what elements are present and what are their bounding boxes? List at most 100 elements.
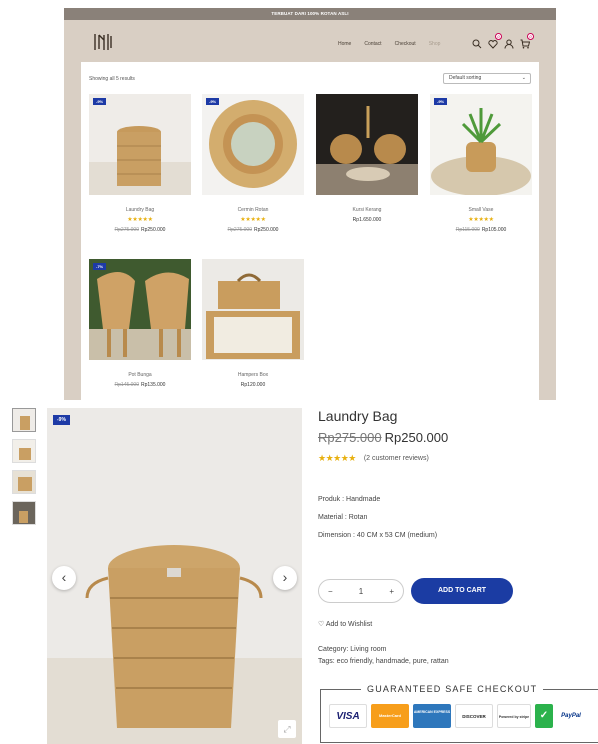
old-price: Rp115.000 bbox=[455, 227, 480, 233]
result-count: Showing all 5 results bbox=[89, 76, 135, 82]
site-header: Home Contact Checkout Shop 0 0 bbox=[64, 20, 556, 62]
product-category: Category: Living room bbox=[318, 646, 387, 653]
discover-icon: DISCOVER bbox=[455, 704, 493, 728]
heart-icon: ♡ bbox=[318, 621, 325, 628]
product-rating: ★★★★★ (2 customer reviews) bbox=[318, 453, 598, 464]
wishlist-count-badge: 0 bbox=[495, 33, 502, 40]
announcement-bar: TERBUAT DARI 100% ROTAN ASLI bbox=[64, 8, 556, 20]
product-image[interactable] bbox=[202, 259, 304, 360]
product-summary: Laundry Bag Rp275.000 Rp250.000 ★★★★★ (2 … bbox=[318, 408, 598, 743]
product-price: Rp275.000 Rp250.000 bbox=[318, 430, 598, 445]
brand-logo[interactable] bbox=[92, 31, 114, 53]
search-icon[interactable] bbox=[472, 36, 482, 49]
prev-image-button[interactable]: ‹ bbox=[52, 566, 76, 590]
zoom-button[interactable]: ⤢ bbox=[278, 720, 296, 738]
star-rating: ★★★★★ bbox=[127, 217, 153, 223]
next-image-button[interactable]: › bbox=[273, 566, 297, 590]
quantity-value[interactable]: 1 bbox=[359, 587, 363, 596]
star-rating: ★★★★★ bbox=[318, 453, 356, 463]
increase-qty-button[interactable]: + bbox=[389, 587, 394, 596]
nav-home[interactable]: Home bbox=[338, 41, 351, 47]
main-nav: Home Contact Checkout Shop bbox=[338, 41, 440, 47]
wishlist-icon[interactable]: 0 bbox=[488, 33, 502, 49]
paypal-icon: PayPal bbox=[557, 704, 585, 728]
sale-badge: -9% bbox=[206, 98, 220, 105]
sale-price: Rp135.000 bbox=[141, 382, 166, 388]
product-image[interactable]: -9% bbox=[89, 94, 191, 195]
thumbnail[interactable] bbox=[12, 408, 36, 432]
sort-select[interactable]: Default sorting ⌄ bbox=[443, 73, 531, 84]
product-price: Rp275.000 Rp250.000 bbox=[89, 227, 191, 233]
product-detail: -9% ‹ › ⤢ Laundry Bag Rp275.000 Rp250.000… bbox=[0, 400, 598, 744]
amex-icon: AMERICAN EXPRESS bbox=[413, 704, 451, 728]
wishlist-label: Add to Wishlist bbox=[325, 621, 373, 628]
nav-shop[interactable]: Shop bbox=[429, 41, 441, 47]
nav-checkout[interactable]: Checkout bbox=[395, 41, 416, 47]
add-to-wishlist-link[interactable]: ♡ Add to Wishlist bbox=[318, 620, 372, 628]
old-price: Rp275.000 bbox=[227, 227, 252, 233]
product-price: Rp115.000 Rp105.000 bbox=[430, 227, 532, 233]
sort-selected-value: Default sorting bbox=[449, 75, 482, 81]
product-image[interactable]: -9% bbox=[202, 94, 304, 195]
header-icons: 0 0 bbox=[472, 33, 534, 49]
product-name[interactable]: Kursi Kerang bbox=[316, 207, 418, 213]
old-price: Rp275.000 bbox=[318, 430, 382, 445]
product-card[interactable]: -9% Cermin Rotan ★★★★★ Rp275.000 Rp250.00… bbox=[202, 94, 304, 233]
safe-checkout-title: GUARANTEED SAFE CHECKOUT bbox=[361, 684, 544, 694]
add-to-cart-button[interactable]: ADD TO CART bbox=[411, 578, 513, 604]
nav-contact[interactable]: Contact bbox=[364, 41, 381, 47]
sale-price: Rp105.000 bbox=[481, 227, 507, 233]
secure-shield-icon: ✓ bbox=[535, 704, 553, 728]
sale-badge: -9% bbox=[53, 415, 70, 425]
main-product-image[interactable]: -9% ‹ › ⤢ bbox=[47, 408, 302, 744]
stripe-icon: Powered by stripe bbox=[497, 704, 531, 728]
thumbnail[interactable] bbox=[12, 439, 36, 463]
shop-page: TERBUAT DARI 100% ROTAN ASLI Home Contac… bbox=[64, 8, 556, 400]
quantity-stepper[interactable]: − 1 + bbox=[318, 579, 404, 603]
visa-icon: VISA bbox=[329, 704, 367, 728]
chevron-left-icon: ‹ bbox=[61, 569, 67, 585]
product-name[interactable]: Laundry Bag bbox=[89, 207, 191, 213]
sale-badge: -7% bbox=[93, 263, 107, 270]
product-name[interactable]: Hampers Box bbox=[202, 372, 304, 378]
review-count-link[interactable]: (2 customer reviews) bbox=[364, 455, 429, 462]
cart-count-badge: 0 bbox=[527, 33, 534, 40]
old-price: Rp145.000 bbox=[114, 382, 139, 388]
sale-price: Rp120.000 bbox=[240, 382, 266, 388]
expand-icon: ⤢ bbox=[283, 724, 291, 734]
add-to-cart-row: − 1 + ADD TO CART bbox=[318, 578, 513, 604]
sale-price: Rp250.000 bbox=[254, 227, 279, 233]
sale-price: Rp250.000 bbox=[384, 430, 449, 445]
sale-badge: -9% bbox=[434, 98, 448, 105]
product-name[interactable]: Cermin Rotan bbox=[202, 207, 304, 213]
thumbnail[interactable] bbox=[12, 470, 36, 494]
product-image[interactable]: -9% bbox=[430, 94, 532, 195]
product-card[interactable]: -9% Laundry Bag ★★★★★ Rp275.000 Rp250.000 bbox=[89, 94, 191, 233]
product-card[interactable]: -7% Pot Bunga Rp145.000 Rp135.000 bbox=[89, 259, 191, 388]
product-image[interactable]: -7% bbox=[89, 259, 191, 360]
mastercard-icon: MasterCard bbox=[371, 704, 409, 728]
product-price: Rp145.000 Rp135.000 bbox=[89, 382, 191, 388]
product-name[interactable]: Pot Bunga bbox=[89, 372, 191, 378]
decrease-qty-button[interactable]: − bbox=[328, 587, 333, 596]
sale-price: Rp1.650.000 bbox=[352, 217, 382, 223]
product-name[interactable]: Small Vase bbox=[430, 207, 532, 213]
thumbnail-gallery bbox=[12, 408, 36, 532]
sale-price: Rp250.000 bbox=[141, 227, 166, 233]
spec-material: Material : Rotan bbox=[318, 514, 368, 521]
product-card[interactable]: Hampers Box Rp120.000 bbox=[202, 259, 304, 388]
product-image[interactable] bbox=[316, 94, 418, 195]
chevron-down-icon: ⌄ bbox=[521, 75, 526, 81]
thumbnail[interactable] bbox=[12, 501, 36, 525]
spec-produk: Produk : Handmade bbox=[318, 496, 381, 503]
chevron-right-icon: › bbox=[282, 569, 288, 585]
product-card[interactable]: Kursi Kerang Rp1.650.000 bbox=[316, 94, 418, 223]
spec-dimension: Dimension : 40 CM x 53 CM (medium) bbox=[318, 532, 438, 539]
account-icon[interactable] bbox=[504, 36, 514, 49]
product-card[interactable]: -9% Small Vase ★★★★★ Rp115.000 Rp105.000 bbox=[430, 94, 532, 233]
product-listing: Showing all 5 results Default sorting ⌄ -… bbox=[81, 62, 539, 400]
product-price: Rp1.650.000 bbox=[316, 217, 418, 223]
cart-icon[interactable]: 0 bbox=[520, 33, 534, 49]
product-title: Laundry Bag bbox=[318, 408, 398, 424]
safe-checkout-box: GUARANTEED SAFE CHECKOUT VISA MasterCard… bbox=[320, 684, 598, 743]
